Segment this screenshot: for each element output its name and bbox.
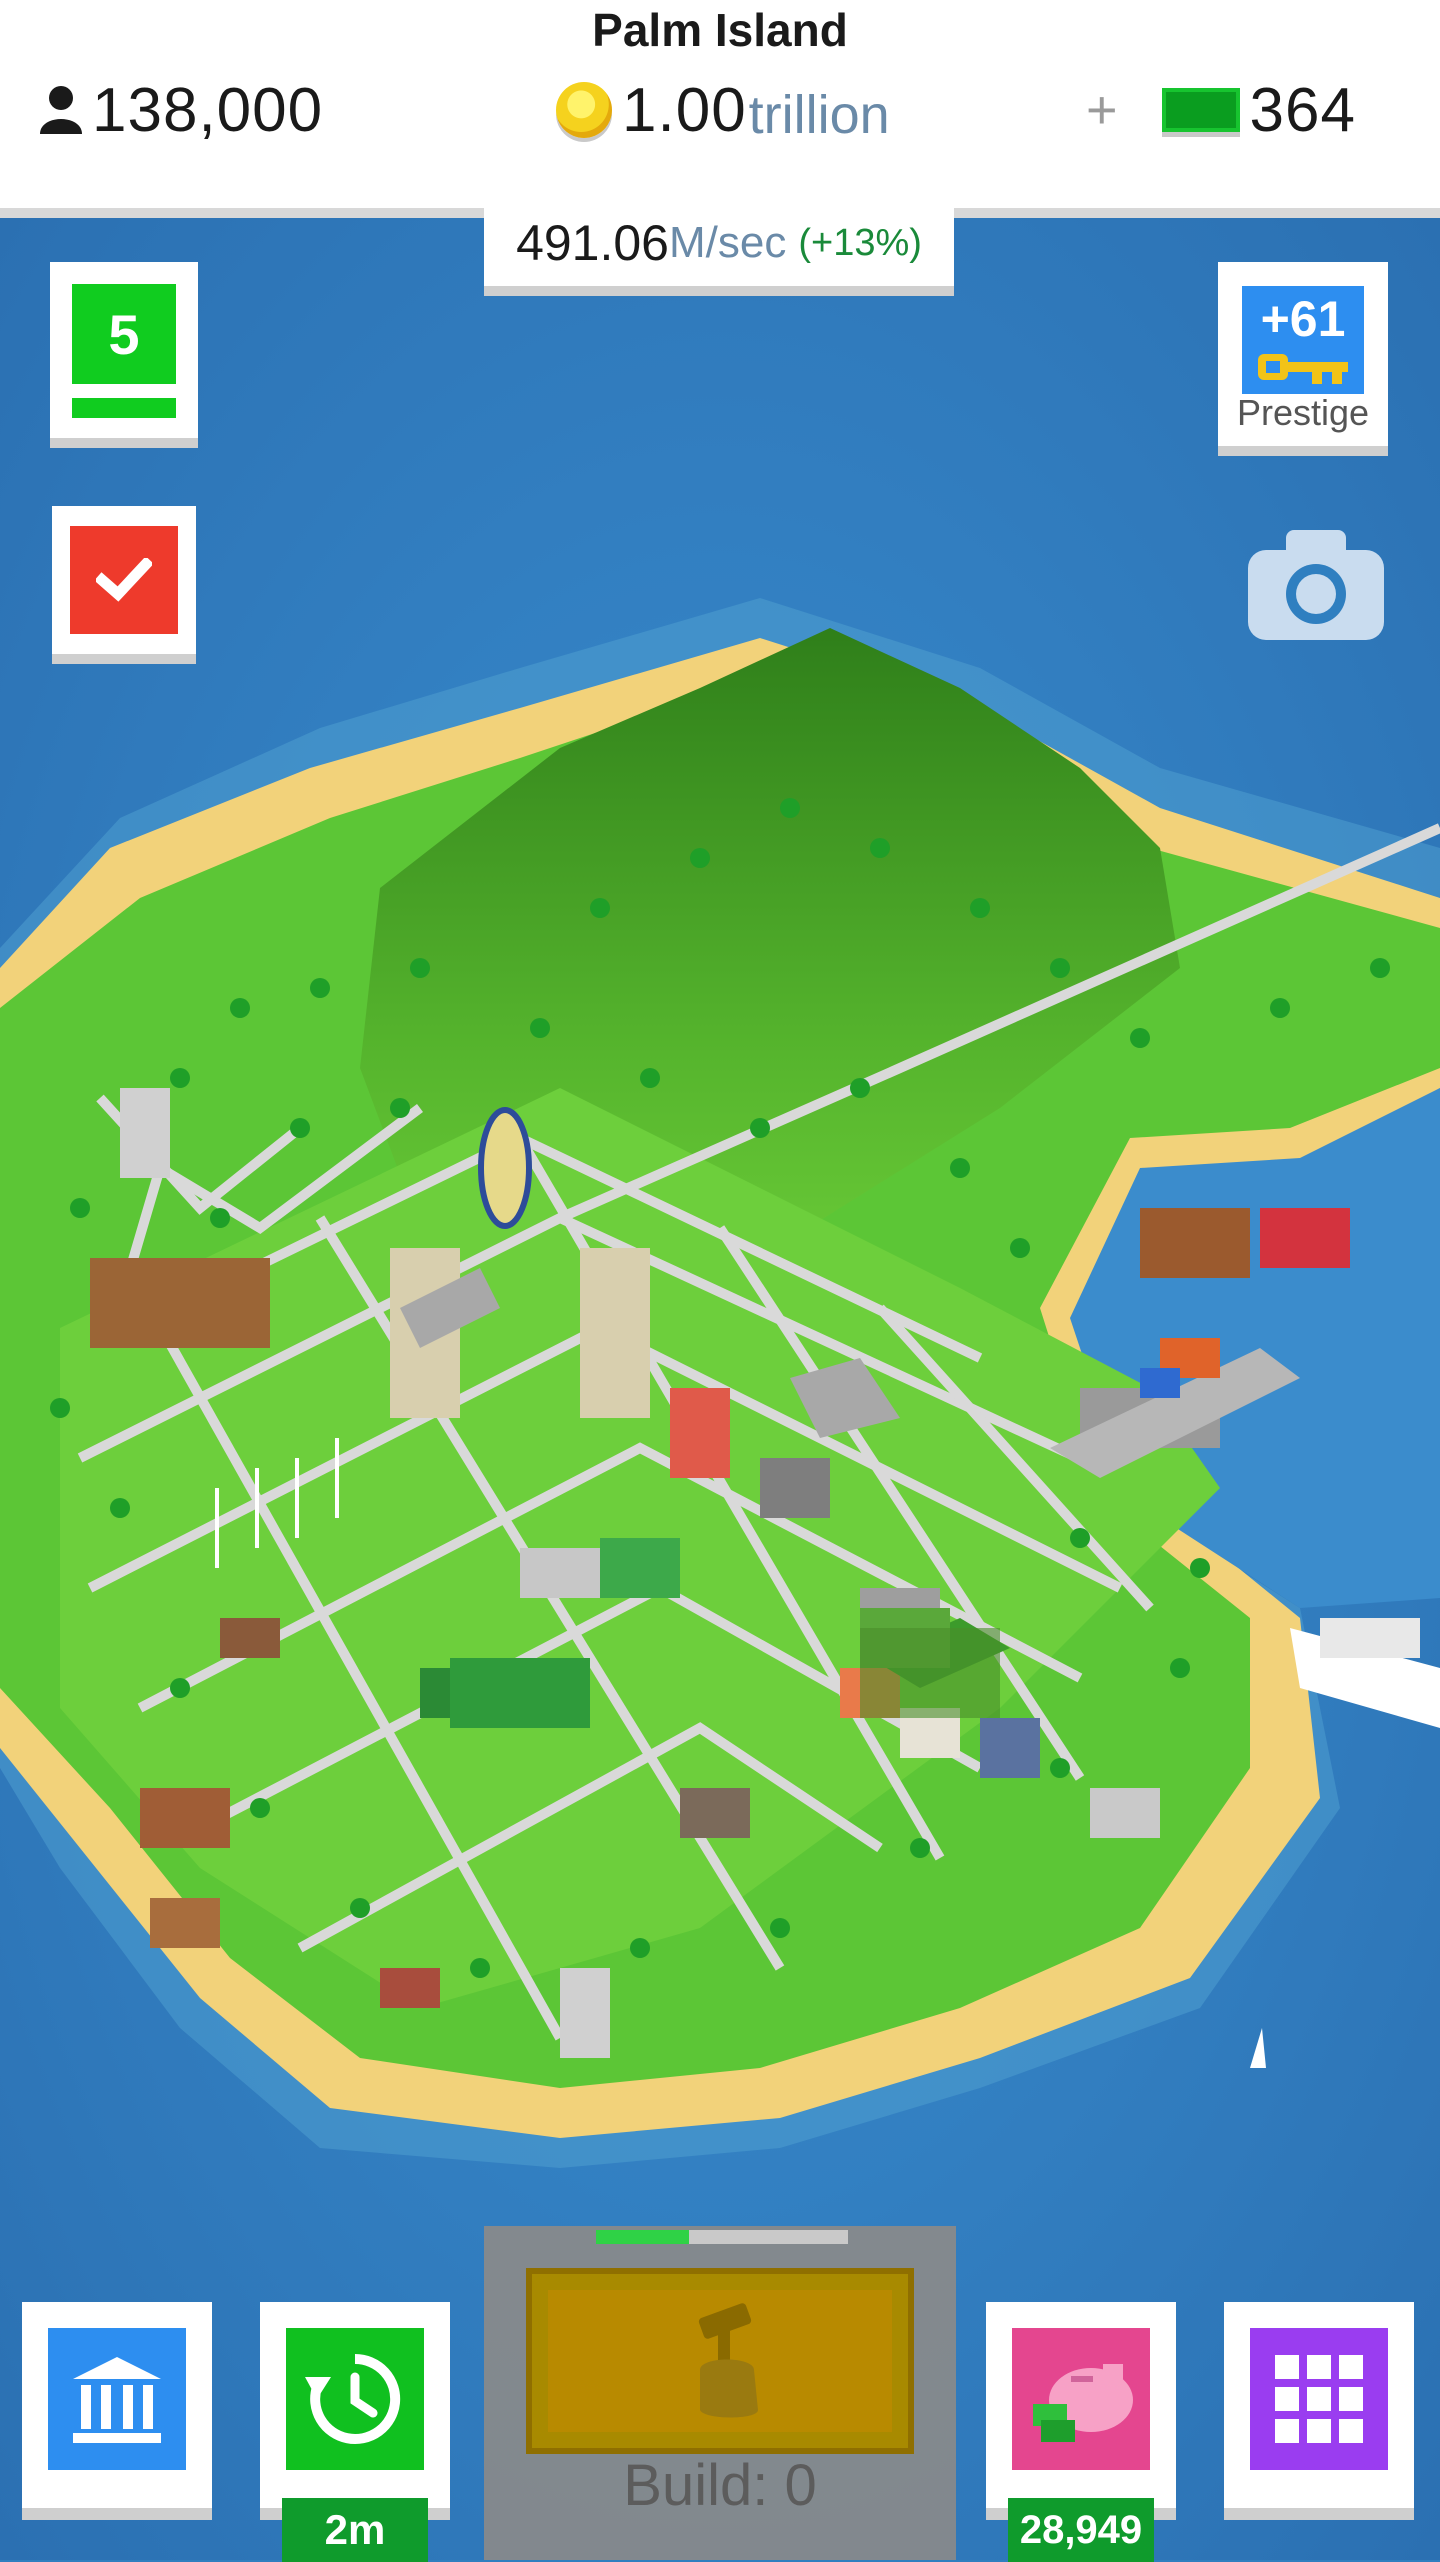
- level-badge-icon: 5: [72, 284, 176, 384]
- camera-icon[interactable]: [1248, 526, 1384, 640]
- build-progress-track: [596, 2230, 848, 2244]
- gem-bar-icon: [1161, 88, 1240, 132]
- coins-stat: 1.00 trillion: [556, 70, 890, 150]
- coins-unit: trillion: [748, 85, 890, 145]
- time-warp-button[interactable]: 2m: [260, 2302, 450, 2562]
- island-name: Palm Island: [592, 4, 848, 56]
- bank-icon: [73, 2357, 161, 2443]
- build-label: Build: 0: [623, 2453, 817, 2518]
- top-hud: Palm Island 138,000 1.00 trillion + 364: [0, 0, 1440, 208]
- piggy-bank-icon: [1033, 2364, 1133, 2442]
- shop-coins-label: 28,949: [1008, 2498, 1154, 2562]
- population-value: 138,000: [92, 75, 324, 145]
- time-warp-badge: [286, 2328, 424, 2470]
- prestige-count: +61: [1260, 291, 1346, 347]
- shop-button[interactable]: 28,949: [986, 2302, 1176, 2562]
- income-rate[interactable]: 491.06 M/sec (+13%): [484, 200, 954, 286]
- prestige-button[interactable]: +61 Prestige: [1218, 262, 1388, 446]
- menu-button[interactable]: [1224, 2302, 1414, 2508]
- blimp: [478, 1107, 532, 1229]
- person-icon: [40, 86, 82, 134]
- checkmark-icon: [96, 558, 152, 602]
- build-button[interactable]: [526, 2268, 914, 2454]
- grid-icon: [1275, 2355, 1363, 2443]
- menu-badge: [1250, 2328, 1388, 2470]
- coins-value: 1.00: [622, 75, 747, 145]
- income-rate-value: 491.06: [516, 215, 669, 271]
- bank-badge: [48, 2328, 186, 2470]
- gems-stat[interactable]: + 364: [1086, 70, 1356, 150]
- income-rate-unit: M/sec: [669, 218, 787, 267]
- population-stat: 138,000: [38, 70, 323, 150]
- add-gems-button[interactable]: +: [1086, 79, 1118, 141]
- build-panel[interactable]: Build: 0: [484, 2226, 956, 2560]
- key-icon: [1258, 354, 1348, 384]
- income-rate-bonus: (+13%): [798, 221, 922, 264]
- level-button[interactable]: 5: [50, 262, 198, 438]
- prestige-badge: +61: [1242, 286, 1364, 394]
- clock-refresh-icon: [305, 2353, 401, 2444]
- build-progress-fill: [596, 2230, 690, 2244]
- island-map[interactable]: [0, 208, 1440, 2560]
- gems-value: 364: [1249, 75, 1356, 145]
- bank-button[interactable]: [22, 2302, 212, 2508]
- hammer-hand-icon: [698, 2303, 758, 2418]
- tasks-badge: [70, 526, 178, 634]
- level-progress-bar: [72, 398, 176, 418]
- build-button-face: [548, 2290, 892, 2432]
- tasks-button[interactable]: [52, 506, 196, 654]
- level-value: 5: [108, 302, 140, 366]
- coin-icon: [556, 82, 612, 138]
- shop-badge: [1012, 2328, 1150, 2470]
- time-warp-label: 2m: [282, 2498, 428, 2562]
- prestige-label: Prestige: [1236, 392, 1370, 433]
